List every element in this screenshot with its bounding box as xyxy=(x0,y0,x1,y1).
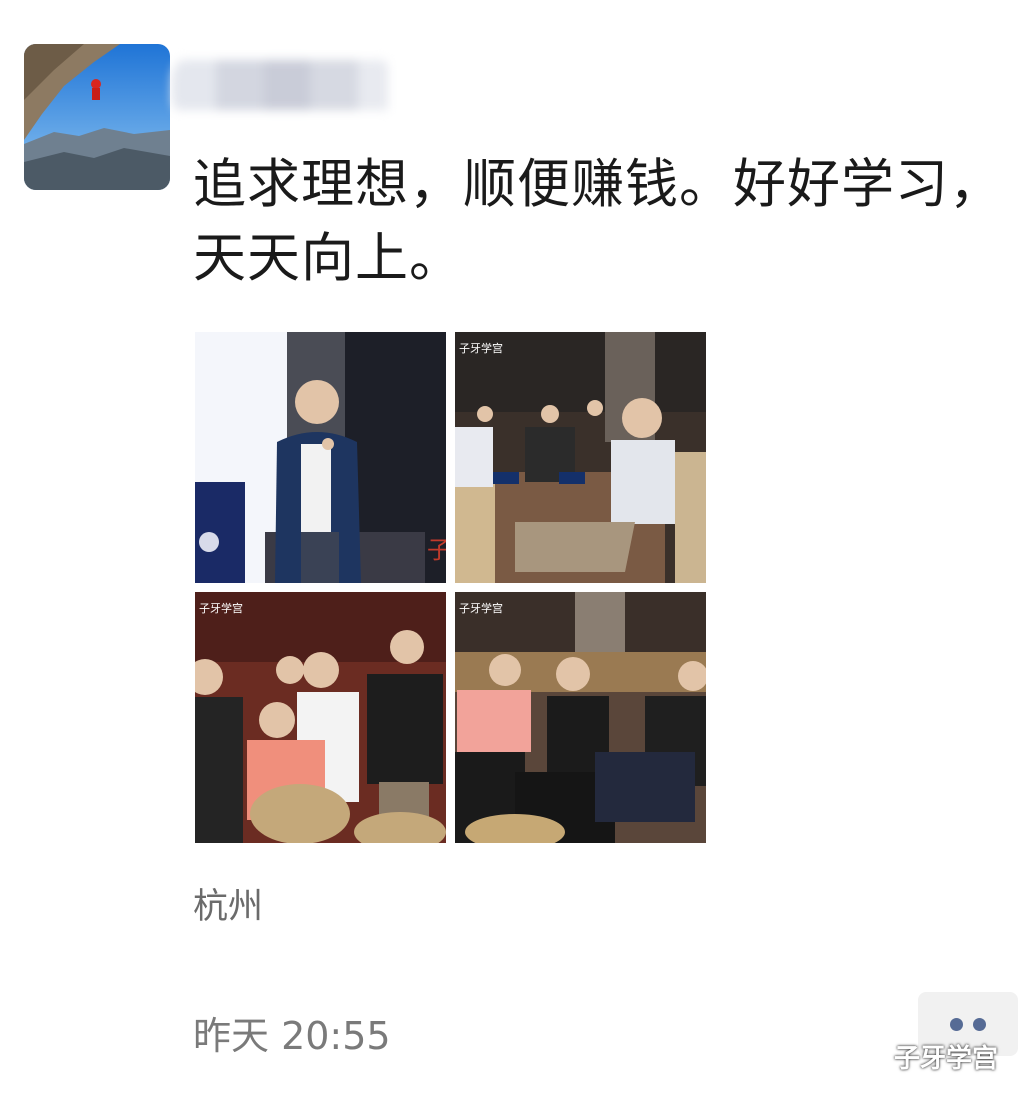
watermark: 子牙学宫 xyxy=(850,1038,998,1075)
location-label[interactable]: 杭州 xyxy=(193,878,263,929)
more-dots-icon-dot xyxy=(973,1017,986,1031)
photo-1[interactable]: 子 xyxy=(195,332,446,583)
photo-2[interactable]: 子牙学宫 xyxy=(455,332,706,583)
post-text: 追求理想，顺便赚钱。好好学习，天天向上。 xyxy=(193,154,1003,289)
more-dots-icon xyxy=(950,1017,963,1031)
wechat-icon xyxy=(850,1038,888,1075)
avatar-image xyxy=(24,44,170,190)
photo-2-overlay: 子牙学宫 xyxy=(459,341,503,355)
author-name-blurred[interactable] xyxy=(172,52,392,124)
photo-3[interactable]: 子牙学宫 xyxy=(195,592,446,843)
watermark-text: 子牙学宫 xyxy=(894,1044,999,1074)
photo-4[interactable]: 子牙学宫 xyxy=(455,592,706,843)
svg-text:子: 子 xyxy=(427,536,446,564)
photo-3-overlay: 子牙学宫 xyxy=(199,601,243,615)
photo-4-overlay: 子牙学宫 xyxy=(459,601,503,615)
post-timestamp: 昨天 20:55 xyxy=(193,1014,391,1058)
avatar[interactable] xyxy=(24,44,170,190)
